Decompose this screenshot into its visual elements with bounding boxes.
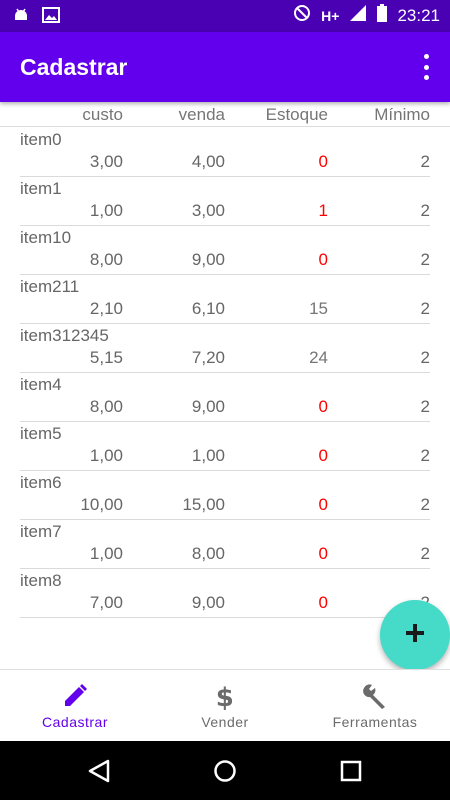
list-item[interactable]: item6 10,00 15,00 0 2: [20, 471, 430, 520]
item-estoque: 0: [318, 544, 328, 563]
nav-item-ferramentas[interactable]: Ferramentas: [300, 670, 450, 742]
item-minimo: 2: [420, 152, 430, 171]
item-estoque: 1: [318, 201, 328, 220]
item-estoque: 15: [309, 299, 328, 318]
item-venda: 9,00: [191, 250, 225, 269]
status-bar: H+ 23:21: [0, 0, 450, 32]
item-name: item7: [20, 522, 62, 541]
item-estoque: 0: [318, 397, 328, 416]
item-minimo: 2: [420, 299, 430, 318]
item-minimo: 2: [420, 446, 430, 465]
app-bar: Cadastrar: [0, 32, 450, 102]
list-header: custo venda Estoque Mínimo: [0, 103, 450, 127]
plus-icon: [404, 622, 426, 649]
item-venda: 9,00: [191, 593, 225, 612]
item-custo: 5,15: [89, 348, 123, 367]
pencil-icon: [0, 682, 150, 710]
signal-icon: [349, 4, 367, 27]
list-item[interactable]: item10 8,00 9,00 0 2: [20, 226, 430, 275]
list-item[interactable]: item8 7,00 9,00 0 2: [20, 569, 430, 618]
item-venda: 15,00: [182, 495, 225, 514]
svg-text:$: $: [216, 683, 235, 710]
nav-label: Cadastrar: [42, 714, 108, 730]
item-minimo: 2: [420, 348, 430, 367]
clock: 23:21: [397, 5, 440, 25]
bottom-navigation: Cadastrar $ Vender Ferramentas: [0, 669, 450, 741]
header-venda: venda: [178, 105, 225, 124]
item-venda: 9,00: [191, 397, 225, 416]
nav-item-cadastrar[interactable]: Cadastrar: [0, 670, 150, 742]
nav-item-vender[interactable]: $ Vender: [150, 670, 300, 742]
item-name: item6: [20, 473, 62, 492]
item-name: item1: [20, 179, 62, 198]
list-item[interactable]: item7 1,00 8,00 0 2: [20, 520, 430, 569]
item-estoque: 0: [318, 250, 328, 269]
item-name: item211: [20, 277, 80, 296]
item-venda: 1,00: [191, 446, 225, 465]
item-name: item8: [20, 571, 62, 590]
recent-apps-icon[interactable]: [340, 760, 362, 787]
dollar-icon: $: [150, 682, 300, 713]
item-custo: 2,10: [89, 299, 123, 318]
item-custo: 8,00: [89, 397, 123, 416]
item-list: item0 3,00 4,00 0 2 item1 1,00 3,00 1 2 …: [20, 128, 430, 618]
item-custo: 3,00: [89, 152, 123, 171]
item-name: item4: [20, 375, 62, 394]
item-venda: 7,20: [191, 348, 225, 367]
list-item[interactable]: item4 8,00 9,00 0 2: [20, 373, 430, 422]
item-venda: 8,00: [191, 544, 225, 563]
item-venda: 3,00: [191, 201, 225, 220]
item-estoque: 0: [318, 593, 328, 612]
network-type: H+: [321, 7, 340, 24]
item-estoque: 0: [318, 152, 328, 171]
battery-icon: [377, 4, 388, 27]
overflow-menu-icon[interactable]: [420, 54, 432, 80]
item-minimo: 2: [420, 250, 430, 269]
item-estoque: 0: [318, 446, 328, 465]
home-icon[interactable]: [213, 759, 237, 788]
item-custo: 10,00: [80, 495, 123, 514]
item-custo: 1,00: [89, 446, 123, 465]
header-custo: custo: [82, 105, 123, 124]
nav-label: Ferramentas: [332, 714, 418, 730]
list-item[interactable]: item1 1,00 3,00 1 2: [20, 177, 430, 226]
header-minimo: Mínimo: [374, 105, 430, 124]
list-item[interactable]: item0 3,00 4,00 0 2: [20, 128, 430, 177]
dnd-icon: [293, 4, 311, 27]
nav-label: Vender: [201, 714, 249, 730]
item-name: item10: [20, 228, 72, 247]
item-custo: 1,00: [89, 201, 123, 220]
item-minimo: 2: [420, 397, 430, 416]
item-custo: 7,00: [89, 593, 123, 612]
header-estoque: Estoque: [265, 105, 328, 124]
android-debug-icon: [12, 6, 30, 29]
back-icon[interactable]: [88, 759, 110, 788]
list-item[interactable]: item312345 5,15 7,20 24 2: [20, 324, 430, 373]
item-estoque: 24: [309, 348, 328, 367]
item-name: item5: [20, 424, 62, 443]
item-name: item0: [20, 130, 62, 149]
item-minimo: 2: [420, 201, 430, 220]
page-title: Cadastrar: [20, 54, 128, 80]
item-custo: 1,00: [89, 544, 123, 563]
item-venda: 6,10: [191, 299, 225, 318]
item-venda: 4,00: [191, 152, 225, 171]
image-icon: [42, 6, 60, 29]
list-item[interactable]: item5 1,00 1,00 0 2: [20, 422, 430, 471]
item-custo: 8,00: [89, 250, 123, 269]
item-name: item312345: [20, 326, 109, 345]
list-item[interactable]: item211 2,10 6,10 15 2: [20, 275, 430, 324]
system-navigation-bar: [0, 741, 450, 800]
item-minimo: 2: [420, 544, 430, 563]
wrench-icon: [300, 682, 450, 710]
item-estoque: 0: [318, 495, 328, 514]
add-item-button[interactable]: [380, 600, 450, 670]
item-minimo: 2: [420, 495, 430, 514]
